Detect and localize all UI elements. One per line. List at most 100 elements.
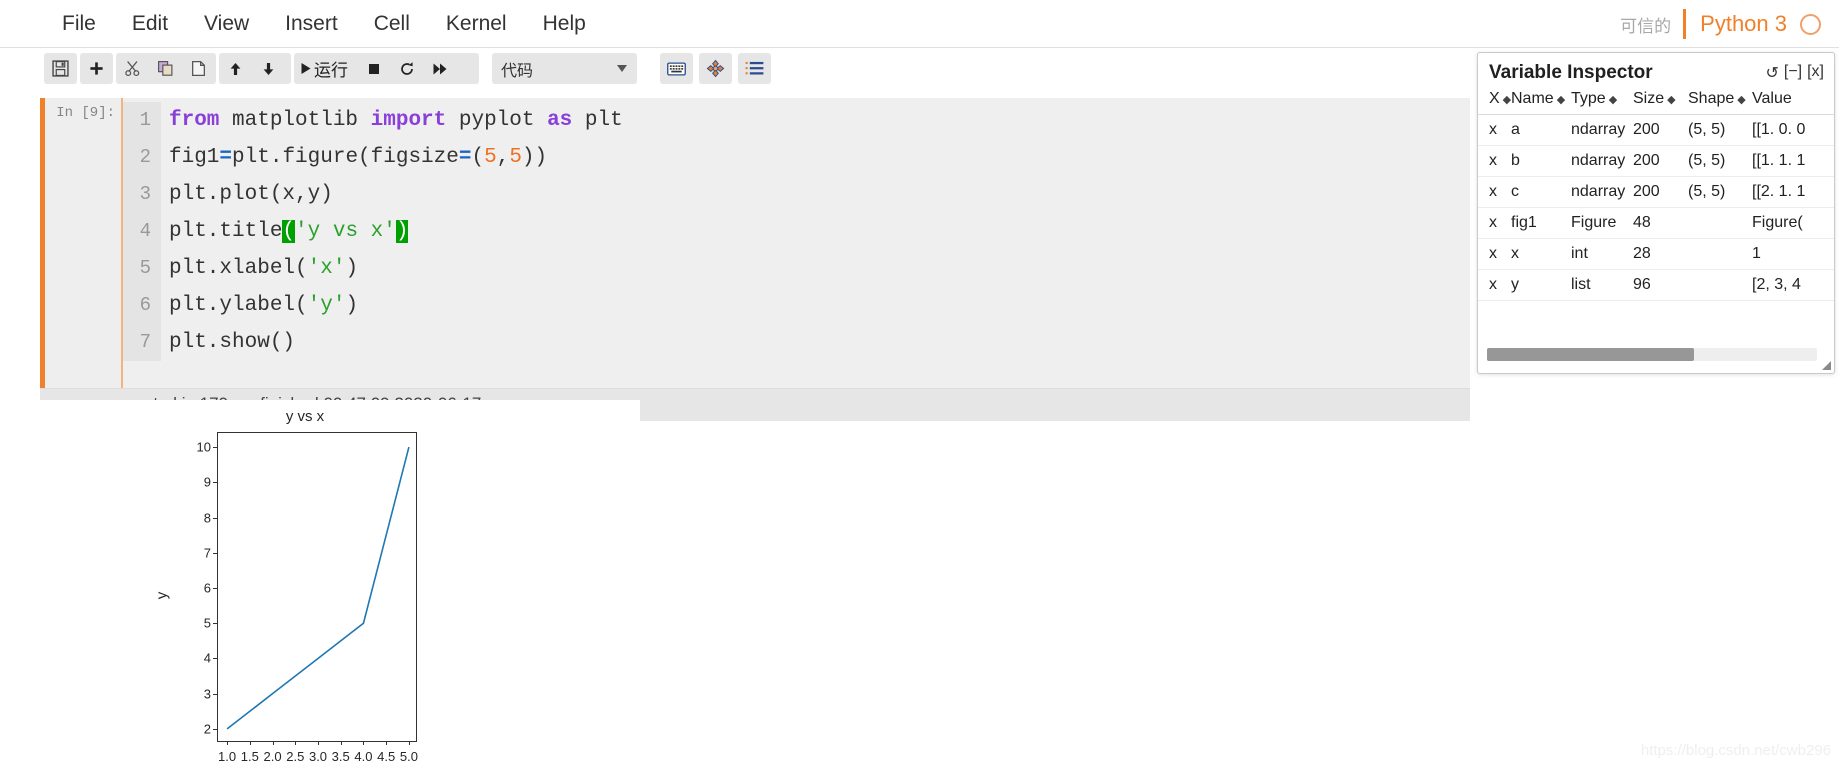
code-editor[interactable]: 1 from matplotlib import pyplot as plt 2 fi…: [123, 98, 1470, 388]
delete-variable-button[interactable]: x: [1478, 207, 1508, 239]
cell-type-select[interactable]: 代码: [492, 53, 637, 84]
line-number: 4: [123, 213, 161, 250]
code-line[interactable]: 5 plt.xlabel('x'): [123, 250, 1470, 287]
code-line[interactable]: 4 plt.title('y vs x'): [123, 213, 1470, 250]
code-line-text: plt.ylabel('y'): [161, 287, 358, 324]
variable-name: fig1: [1508, 207, 1568, 239]
stop-square-icon: [368, 63, 379, 74]
variable-type: list: [1568, 269, 1630, 301]
menu-kernel[interactable]: Kernel: [428, 8, 525, 40]
y-tick-mark: [213, 693, 217, 695]
matplotlib-figure: y vs x y 2 3 4 5 6 7 8 9 10 1.0 1.5 2.0 2.5 3.0 3.5 4.0…: [140, 400, 470, 775]
cut-button[interactable]: [116, 53, 149, 84]
table-row[interactable]: x y list 96 [2, 3, 4: [1478, 269, 1834, 301]
code-token-plain: plt.show(): [169, 331, 296, 354]
column-header-type[interactable]: Type ◆: [1568, 88, 1630, 115]
sort-arrows-icon[interactable]: ◆: [1554, 94, 1566, 106]
y-tick-label: 6: [203, 580, 211, 596]
variable-type: ndarray: [1568, 176, 1630, 208]
delete-variable-button[interactable]: x: [1478, 114, 1508, 146]
y-tick-label: 9: [203, 474, 211, 490]
table-of-contents-button[interactable]: [738, 53, 771, 84]
keyboard-shortcuts-button[interactable]: [660, 53, 693, 84]
code-line[interactable]: 2 fig1=plt.figure(figsize=(5,5)): [123, 139, 1470, 176]
variable-inspector-title: Variable Inspector: [1489, 62, 1653, 83]
delete-variable-button[interactable]: x: [1478, 176, 1508, 208]
restart-kernel-button[interactable]: [390, 53, 423, 84]
code-token-str: 'y vs x': [295, 220, 396, 243]
scrollbar-thumb[interactable]: [1487, 348, 1694, 361]
code-cell[interactable]: In [9]: 1 from matplotlib import pyplot a…: [40, 98, 1470, 388]
table-row[interactable]: x c ndarray 200 (5, 5) [[2. 1. 1: [1478, 176, 1834, 208]
insert-cell-below-button[interactable]: [80, 53, 113, 84]
move-cell-down-button[interactable]: [252, 53, 285, 84]
sort-arrows-icon[interactable]: ◆: [1500, 94, 1512, 106]
x-tick-label: 1.5: [240, 749, 259, 764]
run-control-group: 运行: [294, 53, 479, 84]
move-cell-up-button[interactable]: [219, 53, 252, 84]
arrow-up-icon: [230, 62, 241, 75]
code-token-num: 5: [484, 146, 497, 169]
code-line-text: plt.title('y vs x'): [161, 213, 409, 250]
column-header-value[interactable]: Value: [1749, 88, 1834, 115]
horizontal-scrollbar[interactable]: [1487, 348, 1817, 361]
menu-file[interactable]: File: [44, 8, 114, 40]
run-cell-button[interactable]: 运行: [294, 53, 357, 84]
menu-view[interactable]: View: [186, 8, 267, 40]
column-header-name[interactable]: Name ◆: [1508, 88, 1568, 115]
code-token-kw: as: [547, 109, 585, 132]
x-tick-mark: [295, 741, 297, 745]
code-line-text: plt.xlabel('x'): [161, 250, 358, 287]
restart-and-run-all-button[interactable]: [423, 53, 456, 84]
menu-cell[interactable]: Cell: [356, 8, 428, 40]
column-header-x[interactable]: X ◆: [1478, 88, 1512, 115]
run-cell-label: 运行: [314, 61, 348, 80]
delete-variable-button[interactable]: x: [1478, 145, 1508, 177]
sort-arrows-icon[interactable]: ◆: [1606, 94, 1618, 106]
sort-arrows-icon[interactable]: ◆: [1664, 94, 1676, 106]
code-line[interactable]: 6 plt.ylabel('y'): [123, 287, 1470, 324]
code-line[interactable]: 3 plt.plot(x,y): [123, 176, 1470, 213]
refresh-icon[interactable]: ↺: [1765, 63, 1778, 83]
sort-arrows-icon[interactable]: ◆: [1734, 94, 1746, 106]
x-tick-mark: [249, 741, 251, 745]
menu-bar: File Edit View Insert Cell Kernel Help 可…: [0, 0, 1839, 48]
close-icon[interactable]: [x]: [1807, 63, 1824, 83]
table-row[interactable]: x b ndarray 200 (5, 5) [[1. 1. 1: [1478, 145, 1834, 177]
code-token-plain: fig1: [169, 146, 220, 169]
variable-value: [[2. 1. 1: [1749, 176, 1834, 208]
paste-button[interactable]: [182, 53, 215, 84]
interrupt-kernel-button[interactable]: [357, 53, 390, 84]
resize-handle[interactable]: [1819, 358, 1832, 371]
code-token-plain: (: [471, 146, 485, 169]
table-row[interactable]: x a ndarray 200 (5, 5) [[1. 0. 0: [1478, 114, 1834, 146]
menu-insert[interactable]: Insert: [267, 8, 356, 40]
code-token-plain: plt.xlabel(: [169, 257, 308, 280]
code-line[interactable]: 7 plt.show(): [123, 324, 1470, 361]
menu-edit[interactable]: Edit: [114, 8, 186, 40]
save-button[interactable]: [44, 53, 77, 84]
table-row[interactable]: x x int 28 1: [1478, 238, 1834, 270]
code-token-str: 'x': [307, 257, 346, 280]
kernel-status-area: 可信的 Python 3: [1620, 0, 1821, 48]
minimize-icon[interactable]: [−]: [1784, 63, 1802, 83]
snippets-button[interactable]: [699, 53, 732, 84]
variable-inspector-header[interactable]: Variable Inspector ↺ [−] [x]: [1478, 53, 1834, 88]
delete-variable-button[interactable]: x: [1478, 238, 1508, 270]
table-row[interactable]: x fig1 Figure 48 Figure(: [1478, 207, 1834, 239]
copy-button[interactable]: [149, 53, 182, 84]
variable-inspector-panel[interactable]: Variable Inspector ↺ [−] [x] X ◆ Name ◆ Ty…: [1477, 52, 1835, 374]
code-token-kw: import: [370, 109, 459, 132]
code-line[interactable]: 1 from matplotlib import pyplot as plt: [123, 102, 1470, 139]
column-header-size[interactable]: Size ◆: [1630, 88, 1685, 115]
delete-variable-button[interactable]: x: [1478, 269, 1508, 301]
variable-name: x: [1508, 238, 1568, 270]
y-tick-label: 4: [203, 650, 211, 666]
y-tick-mark: [213, 447, 217, 449]
column-header-shape[interactable]: Shape ◆: [1685, 88, 1749, 115]
kernel-idle-circle-icon[interactable]: [1800, 13, 1821, 35]
code-token-plain: plt.plot(x,y): [169, 183, 333, 206]
column-label-size: Size: [1633, 90, 1665, 107]
menu-help[interactable]: Help: [525, 8, 604, 40]
variable-value: Figure(: [1749, 207, 1834, 239]
